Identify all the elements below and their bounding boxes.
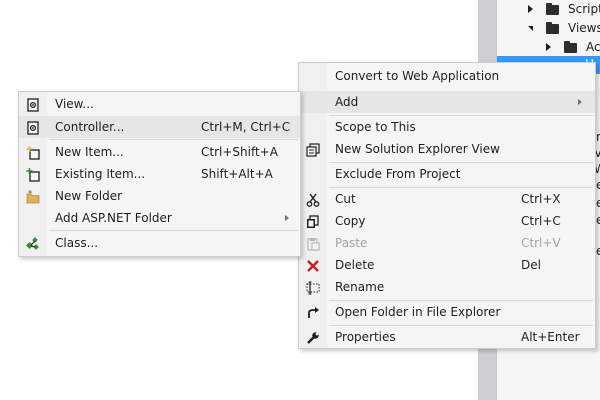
- tree-item-label: Views: [568, 21, 600, 35]
- tree-fragment: e: [596, 196, 600, 210]
- submenu-item-add-asp-net-folder[interactable]: Add ASP.NET Folder: [19, 207, 300, 229]
- menu-item-label: Exclude From Project: [335, 167, 461, 181]
- tree-item-label: Scripts: [568, 2, 600, 16]
- menu-item-label: Delete: [335, 258, 375, 272]
- menu-item-shortcut: Shift+Alt+A: [201, 167, 273, 181]
- menu-item-label: Copy: [335, 214, 366, 228]
- menu-item-label: View...: [55, 97, 94, 111]
- paste-icon: [306, 236, 320, 251]
- menu-item-cut[interactable]: Cut Ctrl+X: [299, 188, 595, 210]
- menu-item-label: Convert to Web Application: [335, 69, 500, 83]
- menu-item-shortcut: Ctrl+C: [521, 214, 561, 228]
- menu-item-label: Open Folder in File Explorer: [335, 305, 501, 319]
- menu-item-label: Properties: [335, 330, 396, 344]
- menu-item-label: Add ASP.NET Folder: [55, 211, 172, 225]
- menu-item-label: Scope to This: [335, 120, 416, 134]
- expand-arrow-icon[interactable]: [546, 43, 551, 51]
- add-submenu: View... Controller... Ctrl+M, Ctrl+C New…: [18, 91, 301, 257]
- menu-item-exclude-from-project[interactable]: Exclude From Project: [299, 163, 595, 185]
- submenu-item-controller[interactable]: Controller... Ctrl+M, Ctrl+C: [19, 116, 300, 138]
- menu-item-label: Existing Item...: [55, 167, 146, 181]
- new-solution-explorer-view-icon: [306, 142, 320, 157]
- menu-item-shortcut: Del: [521, 258, 541, 272]
- menu-item-properties[interactable]: Properties Alt+Enter: [299, 326, 595, 348]
- menu-item-add[interactable]: Add: [299, 91, 595, 113]
- submenu-item-existing-item[interactable]: Existing Item... Shift+Alt+A: [19, 163, 300, 185]
- menu-item-new-solution-explorer-view[interactable]: New Solution Explorer View: [299, 138, 595, 160]
- tree-fragment: r: [596, 130, 600, 144]
- folder-icon: [564, 41, 577, 53]
- tree-fragment: e: [596, 178, 600, 192]
- submenu-arrow-icon: [578, 99, 582, 105]
- menu-item-convert-to-web-application[interactable]: Convert to Web Application: [299, 65, 595, 87]
- menu-item-scope-to-this[interactable]: Scope to This: [299, 116, 595, 138]
- menu-item-label: Controller...: [55, 120, 125, 134]
- new-folder-icon: [26, 189, 40, 204]
- menu-item-shortcut: Ctrl+M, Ctrl+C: [201, 120, 291, 134]
- open-folder-arrow-icon: [306, 305, 320, 319]
- menu-item-copy[interactable]: Copy Ctrl+C: [299, 210, 595, 232]
- class-icon: [25, 236, 40, 250]
- controller-icon: [26, 120, 40, 135]
- collapse-arrow-icon[interactable]: [528, 26, 533, 31]
- cut-icon: [306, 192, 320, 207]
- folder-icon: [546, 22, 559, 34]
- menu-separator: [49, 139, 298, 140]
- context-menu: Convert to Web Application Add Scope to …: [298, 62, 596, 349]
- delete-icon: [306, 258, 320, 272]
- menu-item-label: New Folder: [55, 189, 123, 203]
- submenu-item-new-item[interactable]: New Item... Ctrl+Shift+A: [19, 141, 300, 163]
- tree-fragment: e: [596, 244, 600, 258]
- existing-item-icon: [26, 167, 40, 182]
- menu-item-shortcut: Ctrl+Shift+A: [201, 145, 278, 159]
- folder-icon: [546, 3, 559, 15]
- menu-item-label: Paste: [335, 236, 368, 250]
- submenu-item-new-folder[interactable]: New Folder: [19, 185, 300, 207]
- menu-item-delete[interactable]: Delete Del: [299, 254, 595, 276]
- submenu-item-class[interactable]: Class...: [19, 232, 300, 254]
- menu-separator: [49, 230, 298, 231]
- menu-item-shortcut: Ctrl+X: [521, 192, 561, 206]
- menu-item-label: Class...: [55, 236, 99, 250]
- menu-item-paste[interactable]: Paste Ctrl+V: [299, 232, 595, 254]
- menu-item-shortcut: Alt+Enter: [521, 330, 580, 344]
- menu-item-rename[interactable]: Rename: [299, 276, 595, 298]
- new-item-icon: [26, 145, 40, 160]
- expand-arrow-icon[interactable]: [528, 5, 533, 13]
- menu-item-label: New Solution Explorer View: [335, 142, 500, 156]
- tree-item-label: Ac: [586, 40, 600, 54]
- view-icon: [26, 97, 40, 112]
- menu-item-label: Cut: [335, 192, 356, 206]
- menu-item-shortcut: Ctrl+V: [521, 236, 561, 250]
- tree-fragment: e: [596, 213, 600, 227]
- submenu-item-view[interactable]: View...: [19, 93, 300, 115]
- menu-item-label: Add: [335, 95, 359, 109]
- rename-icon: [306, 280, 320, 295]
- wrench-icon: [306, 330, 320, 344]
- submenu-arrow-icon: [285, 215, 289, 221]
- copy-icon: [306, 214, 320, 228]
- menu-item-label: Rename: [335, 280, 385, 294]
- menu-item-open-folder-in-file-explorer[interactable]: Open Folder in File Explorer: [299, 301, 595, 323]
- menu-item-label: New Item...: [55, 145, 124, 159]
